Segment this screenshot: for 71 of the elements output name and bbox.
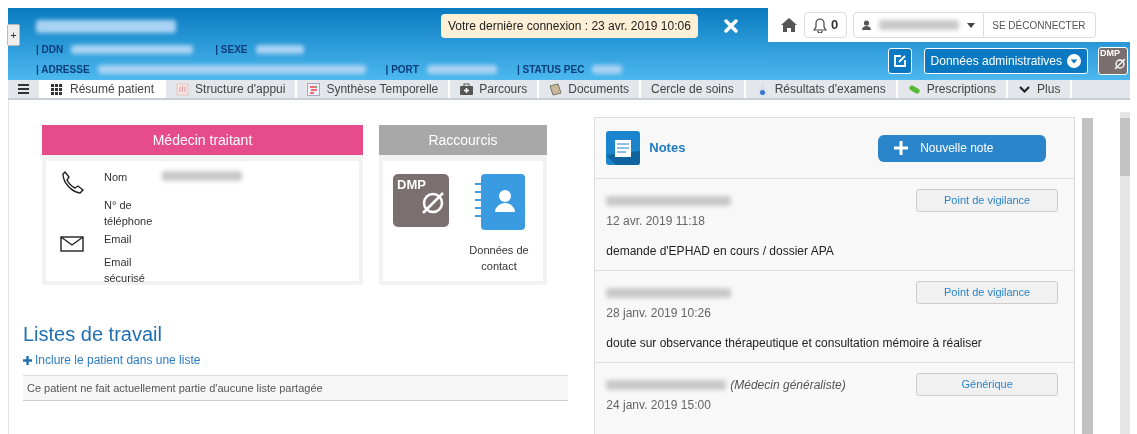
phone-icon — [60, 169, 86, 195]
edit-icon — [892, 54, 907, 68]
building-icon — [176, 82, 190, 96]
note-date: 24 janv. 2019 15:00 — [606, 397, 712, 414]
notifications-button[interactable]: 0 — [804, 12, 848, 38]
tab[interactable]: Plus — [1008, 80, 1073, 98]
scrollbar[interactable] — [1082, 118, 1094, 434]
home-icon — [780, 17, 798, 33]
tab[interactable]: Résultats d'examens — [745, 80, 898, 98]
field-label: Email sécurisé — [104, 255, 146, 287]
dmp-button[interactable]: DMP — [1098, 47, 1128, 75]
shortcut-label[interactable]: Données de contact — [459, 242, 539, 274]
address-book-icon[interactable] — [473, 174, 525, 230]
field-label: | PORT — [385, 62, 419, 77]
plus-icon — [894, 141, 909, 155]
tab[interactable]: Documents — [539, 80, 641, 98]
field-label: Email — [104, 232, 133, 247]
expand-button[interactable]: + — [7, 24, 20, 46]
tab[interactable]: Résumé patient — [41, 80, 167, 98]
edit-button[interactable] — [887, 48, 912, 74]
tag-button[interactable]: Point de vigilance — [916, 281, 1059, 304]
medical-kit-icon — [460, 82, 474, 96]
timeline-icon — [307, 82, 321, 96]
notepad-icon — [606, 131, 641, 165]
card-title: Médecin traitant — [42, 125, 363, 155]
user-icon — [862, 20, 872, 30]
field-label: N° de téléphone — [104, 198, 154, 229]
new-note-button[interactable]: Nouvelle note — [878, 134, 1047, 162]
caret-icon — [967, 22, 976, 28]
field-label: | STATUS PEC — [516, 62, 585, 77]
panel-title: Notes — [649, 139, 687, 158]
user-menu[interactable]: SE DÉCONNECTER — [853, 12, 1096, 38]
note-text: demande d'EPHAD en cours / dossier APA — [606, 243, 835, 260]
close-icon[interactable] — [723, 19, 738, 33]
last-login-notice: Votre dernière connexion : 23 avr. 2019 10:06 — [441, 14, 698, 38]
note-date: 12 avr. 2019 11:18 — [606, 213, 706, 230]
field-label: | DDN — [36, 42, 64, 57]
logout-button[interactable]: SE DÉCONNECTER — [983, 13, 1095, 37]
tag-button[interactable]: Générique — [916, 373, 1059, 396]
notification-count: 0 — [831, 16, 839, 35]
card-title: Raccourcis — [379, 125, 547, 155]
note-text: doute sur observance thérapeutique et consultation mémoire à réaliser — [606, 335, 983, 352]
redacted-text — [592, 64, 623, 74]
bell-icon — [813, 17, 827, 33]
grid-icon — [51, 82, 64, 96]
section-title: Listes de travail — [23, 323, 163, 345]
document-icon — [549, 82, 563, 96]
caret-icon — [1067, 54, 1081, 68]
tab[interactable]: Synthèse Temporelle — [297, 80, 451, 98]
plus-icon — [23, 355, 32, 365]
mail-icon — [60, 236, 84, 253]
note-date: 28 janv. 2019 10:26 — [606, 305, 712, 322]
administrative-data-button[interactable]: Données administratives — [923, 48, 1088, 74]
dmp-shortcut[interactable]: DMP — [393, 174, 449, 227]
author-role: (Médecin généraliste) — [730, 376, 846, 394]
empty-list-message: Ce patient ne fait actuellement partie d'aucune liste partagée — [23, 374, 568, 401]
add-to-list-link[interactable]: Inclure le patient dans une liste — [23, 351, 201, 369]
redacted-text — [426, 64, 497, 74]
field-label: | SEXE — [215, 42, 248, 57]
tab[interactable]: Structure d'appui — [166, 80, 298, 98]
redacted-text — [255, 44, 304, 54]
empty-set-icon — [1114, 58, 1126, 70]
menu-icon — [18, 84, 29, 94]
tab[interactable]: Prescriptions — [897, 80, 1009, 98]
scrollbar[interactable] — [1120, 112, 1130, 434]
empty-set-icon — [421, 191, 445, 215]
field-label: Nom — [104, 170, 129, 185]
tag-button[interactable]: Point de vigilance — [916, 189, 1059, 212]
field-label: | ADRESSE — [36, 62, 90, 77]
tab[interactable]: Parcours — [450, 80, 540, 98]
tab[interactable]: Cercle de soins — [641, 80, 746, 98]
